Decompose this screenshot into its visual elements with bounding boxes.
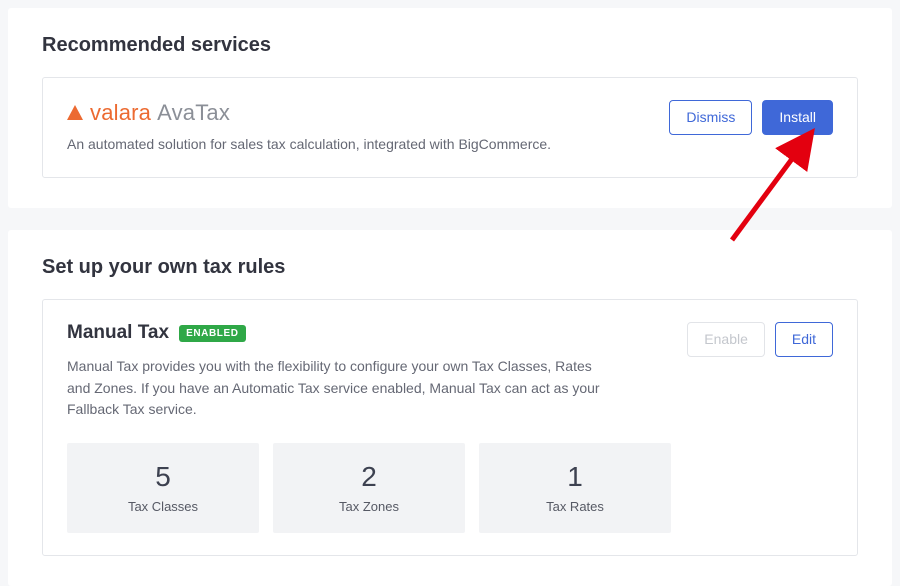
stat-tax-classes: 5 Tax Classes [67, 443, 259, 533]
manual-tax-stats: 5 Tax Classes 2 Tax Zones 1 Tax Rates [67, 443, 833, 533]
stat-value: 5 [155, 463, 171, 491]
manual-tax-description: Manual Tax provides you with the flexibi… [67, 356, 607, 421]
avalara-avatax-logo: valara AvaTax [67, 100, 649, 126]
stat-label: Tax Zones [339, 499, 399, 514]
manual-tax-name: Manual Tax [67, 322, 169, 344]
stat-tax-zones: 2 Tax Zones [273, 443, 465, 533]
own-tax-rules-panel: Set up your own tax rules Manual Tax ENA… [8, 230, 892, 586]
edit-button[interactable]: Edit [775, 322, 833, 357]
own-tax-rules-title: Set up your own tax rules [42, 256, 858, 279]
avatax-brand-text: AvaTax [157, 100, 230, 126]
recommended-services-title: Recommended services [42, 34, 858, 57]
recommended-services-panel: Recommended services valara AvaTax An au… [8, 8, 892, 208]
enabled-badge: ENABLED [179, 325, 246, 342]
stat-tax-rates: 1 Tax Rates [479, 443, 671, 533]
avalara-description: An automated solution for sales tax calc… [67, 134, 649, 155]
dismiss-button[interactable]: Dismiss [669, 100, 752, 135]
stat-label: Tax Rates [546, 499, 604, 514]
avalara-info: valara AvaTax An automated solution for … [67, 100, 649, 155]
install-button[interactable]: Install [762, 100, 833, 135]
enable-button: Enable [687, 322, 765, 357]
manual-tax-card: Manual Tax ENABLED Manual Tax provides y… [42, 299, 858, 556]
avalara-triangle-icon [67, 100, 84, 126]
stat-label: Tax Classes [128, 499, 198, 514]
stat-value: 1 [567, 463, 583, 491]
avalara-service-card: valara AvaTax An automated solution for … [42, 77, 858, 178]
avalara-brand-text: valara [90, 100, 151, 126]
stat-value: 2 [361, 463, 377, 491]
